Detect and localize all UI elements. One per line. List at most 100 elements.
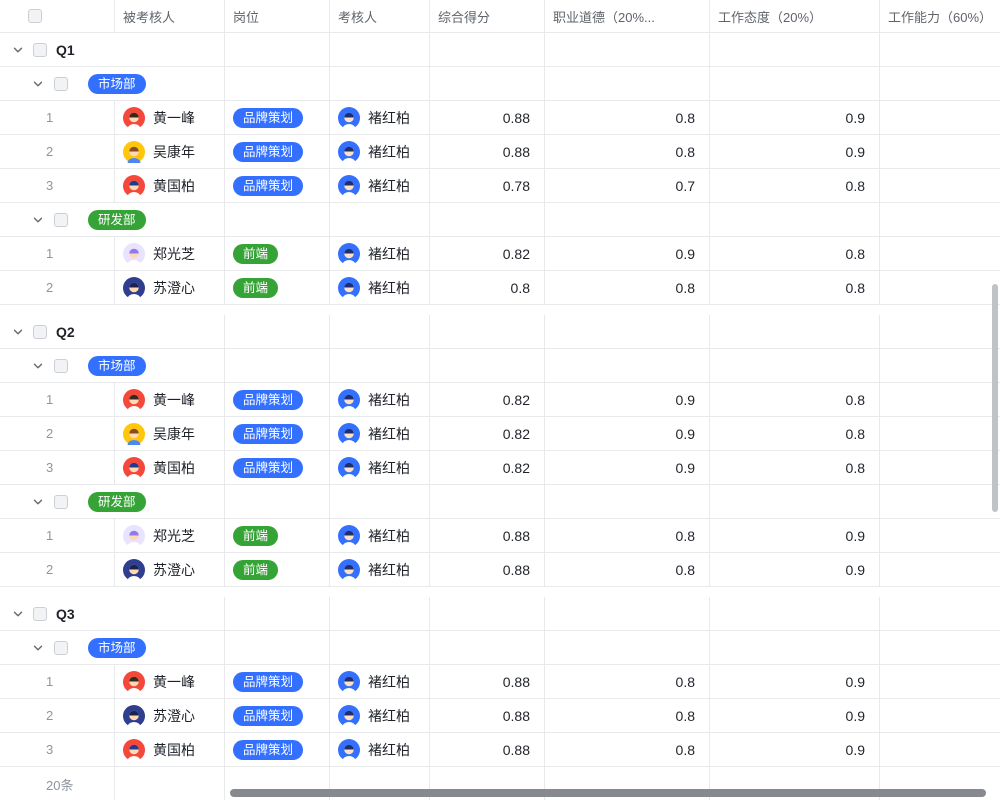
assessee-cell[interactable]: 黄一峰 [115,665,225,698]
group-checkbox[interactable] [33,325,47,339]
ethics-score-cell[interactable]: 0.8 [545,101,710,134]
empty-cell[interactable] [545,33,710,66]
attitude-score-cell[interactable]: 0.9 [710,699,880,732]
assessee-cell[interactable]: 黄一峰 [115,101,225,134]
overall-score-cell[interactable]: 0.88 [430,101,545,134]
select-all-cell[interactable] [0,0,115,32]
empty-cell[interactable] [545,485,710,518]
row-number-cell[interactable]: 1 [0,237,115,270]
row-number-cell[interactable]: 1 [0,101,115,134]
empty-cell[interactable] [430,33,545,66]
ability-score-cell[interactable] [880,553,1000,586]
empty-cell[interactable] [880,33,1000,66]
overall-score-cell[interactable]: 0.88 [430,733,545,766]
reviewer-cell[interactable]: 褚红柏 [330,417,430,450]
empty-cell[interactable] [330,203,430,236]
empty-cell[interactable] [330,485,430,518]
position-cell[interactable]: 前端 [225,237,330,270]
attitude-score-cell[interactable]: 0.9 [710,665,880,698]
ability-score-cell[interactable] [880,101,1000,134]
reviewer-cell[interactable]: 褚红柏 [330,699,430,732]
horizontal-scrollbar[interactable] [230,789,986,797]
group-checkbox[interactable] [54,77,68,91]
chevron-down-icon[interactable] [32,360,44,372]
attitude-score-cell[interactable]: 0.8 [710,237,880,270]
attitude-score-cell[interactable]: 0.9 [710,553,880,586]
empty-cell[interactable] [330,315,430,348]
empty-cell[interactable] [330,597,430,630]
empty-cell[interactable] [710,349,880,382]
attitude-score-cell[interactable]: 0.8 [710,417,880,450]
empty-cell[interactable] [710,67,880,100]
empty-cell[interactable] [225,67,330,100]
empty-cell[interactable] [430,597,545,630]
ability-score-cell[interactable] [880,383,1000,416]
column-header-ability[interactable]: 工作能力（60%） [880,0,1000,32]
reviewer-cell[interactable]: 褚红柏 [330,519,430,552]
assessee-cell[interactable]: 黄国柏 [115,169,225,202]
quarter-group-cell[interactable]: Q2 [0,315,225,348]
row-number-cell[interactable]: 2 [0,271,115,304]
empty-cell[interactable] [710,597,880,630]
row-number-cell[interactable]: 3 [0,451,115,484]
row-number-cell[interactable]: 1 [0,665,115,698]
ethics-score-cell[interactable]: 0.9 [545,237,710,270]
empty-cell[interactable] [545,67,710,100]
assessee-cell[interactable]: 苏澄心 [115,699,225,732]
empty-cell[interactable] [710,203,880,236]
overall-score-cell[interactable]: 0.88 [430,665,545,698]
empty-cell[interactable] [225,203,330,236]
position-cell[interactable]: 品牌策划 [225,733,330,766]
empty-cell[interactable] [710,33,880,66]
group-checkbox[interactable] [54,641,68,655]
assessee-cell[interactable]: 郑光芝 [115,519,225,552]
ethics-score-cell[interactable]: 0.9 [545,451,710,484]
empty-cell[interactable] [430,485,545,518]
group-checkbox[interactable] [54,359,68,373]
overall-score-cell[interactable]: 0.82 [430,237,545,270]
assessee-cell[interactable]: 黄国柏 [115,733,225,766]
attitude-score-cell[interactable]: 0.8 [710,271,880,304]
overall-score-cell[interactable]: 0.82 [430,451,545,484]
department-group-cell[interactable]: 研发部 [0,485,225,518]
attitude-score-cell[interactable]: 0.9 [710,135,880,168]
chevron-down-icon[interactable] [12,608,24,620]
overall-score-cell[interactable]: 0.88 [430,135,545,168]
ability-score-cell[interactable] [880,451,1000,484]
assessee-cell[interactable]: 吴康年 [115,417,225,450]
position-cell[interactable]: 前端 [225,519,330,552]
position-cell[interactable]: 品牌策划 [225,383,330,416]
column-header-reviewer[interactable]: 考核人 [330,0,430,32]
overall-score-cell[interactable]: 0.82 [430,417,545,450]
empty-cell[interactable] [225,33,330,66]
quarter-group-cell[interactable]: Q3 [0,597,225,630]
empty-cell[interactable] [225,631,330,664]
reviewer-cell[interactable]: 褚红柏 [330,101,430,134]
reviewer-cell[interactable]: 褚红柏 [330,383,430,416]
assessee-cell[interactable]: 黄国柏 [115,451,225,484]
chevron-down-icon[interactable] [32,642,44,654]
quarter-group-cell[interactable]: Q1 [0,33,225,66]
position-cell[interactable]: 品牌策划 [225,665,330,698]
position-cell[interactable]: 品牌策划 [225,417,330,450]
reviewer-cell[interactable]: 褚红柏 [330,665,430,698]
empty-cell[interactable] [430,67,545,100]
attitude-score-cell[interactable]: 0.8 [710,169,880,202]
assessee-cell[interactable]: 吴康年 [115,135,225,168]
ability-score-cell[interactable] [880,519,1000,552]
attitude-score-cell[interactable]: 0.8 [710,451,880,484]
empty-cell[interactable] [545,597,710,630]
position-cell[interactable]: 品牌策划 [225,101,330,134]
empty-cell[interactable] [430,203,545,236]
empty-cell[interactable] [880,485,1000,518]
department-group-cell[interactable]: 市场部 [0,67,225,100]
empty-cell[interactable] [545,631,710,664]
select-all-checkbox[interactable] [28,9,42,23]
empty-cell[interactable] [330,33,430,66]
row-number-cell[interactable]: 2 [0,417,115,450]
empty-cell[interactable] [545,203,710,236]
group-checkbox[interactable] [54,213,68,227]
position-cell[interactable]: 品牌策划 [225,451,330,484]
row-number-cell[interactable]: 2 [0,135,115,168]
reviewer-cell[interactable]: 褚红柏 [330,553,430,586]
